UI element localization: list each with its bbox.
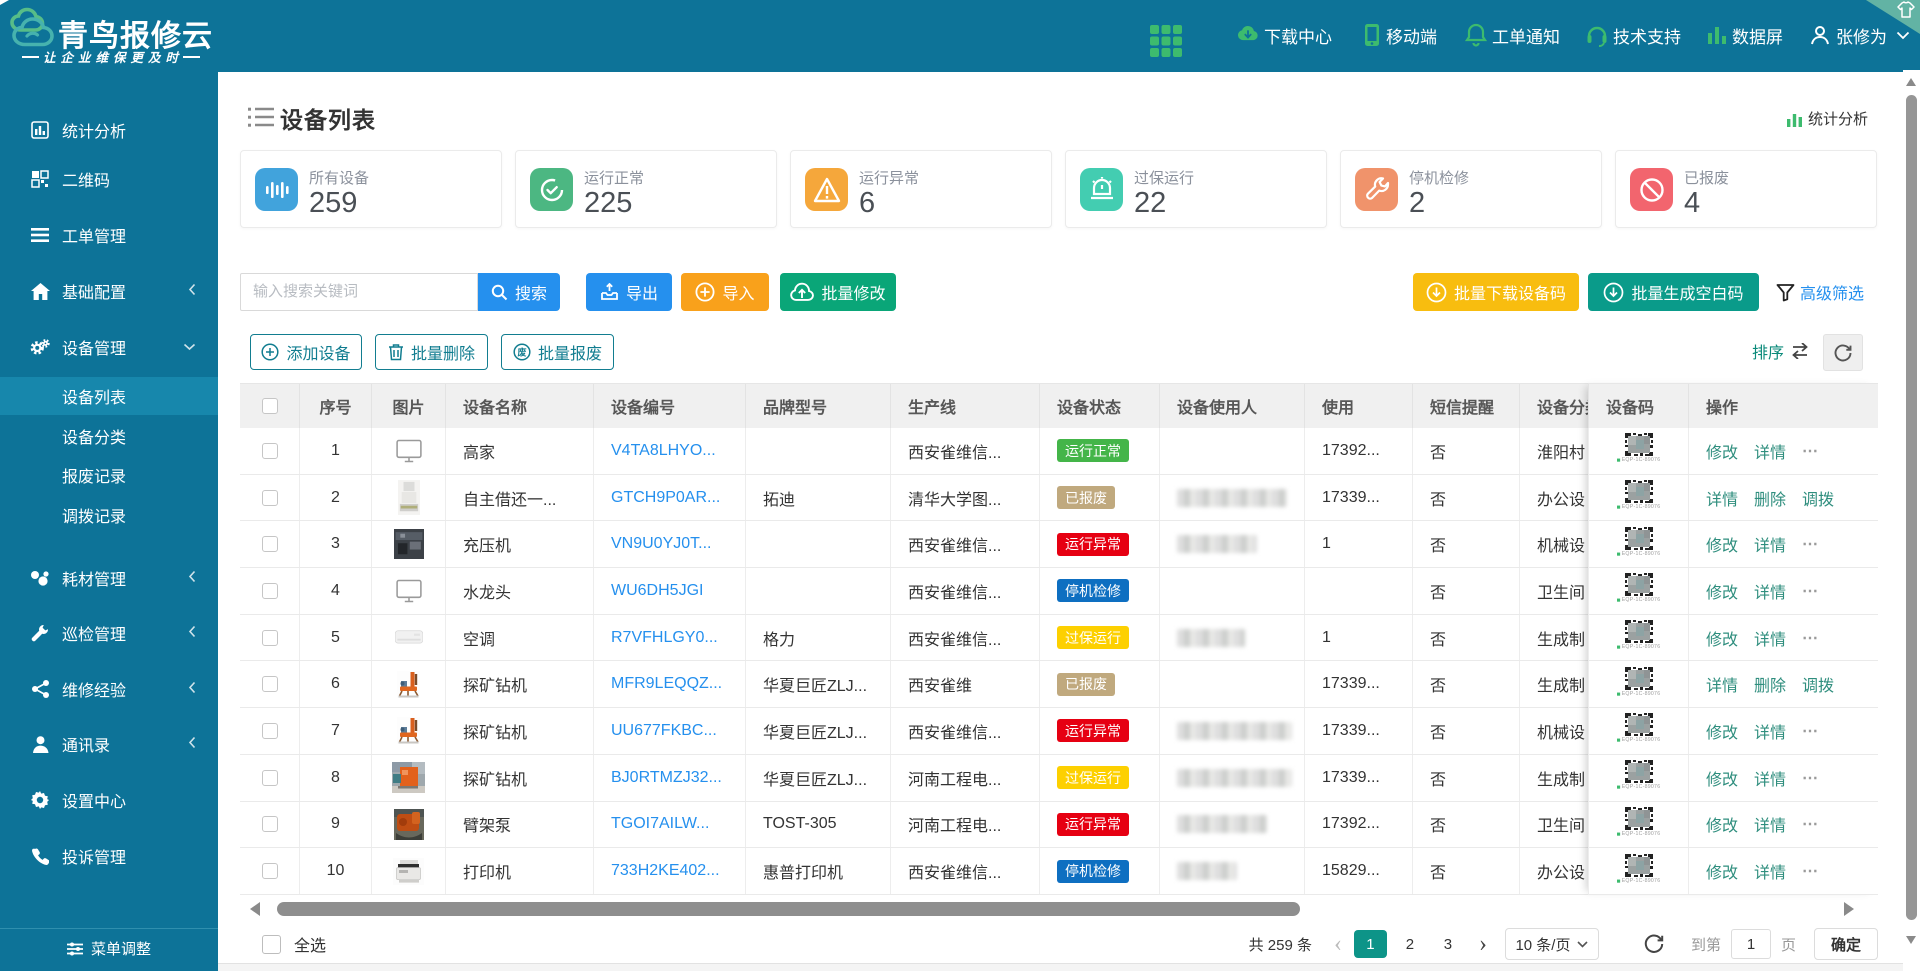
svg-text:废: 废 — [517, 346, 526, 357]
